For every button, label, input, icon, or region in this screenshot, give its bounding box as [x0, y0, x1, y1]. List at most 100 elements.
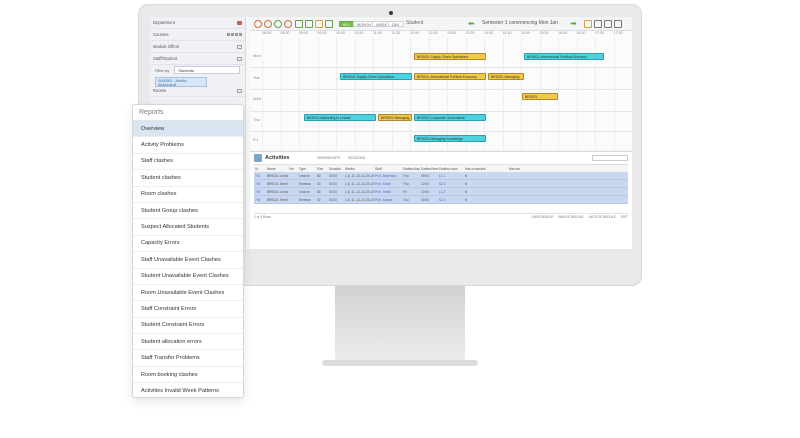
view-icon	[231, 33, 234, 36]
refresh-icon[interactable]	[254, 20, 262, 28]
grid-line	[336, 38, 337, 149]
column-header[interactable]: Ver	[288, 167, 298, 171]
event-block[interactable]: BRS02L Managing	[488, 73, 524, 80]
report-item-student-unavailable-event-clashes[interactable]: Student Unavailable Event Clashes	[133, 269, 243, 285]
report-item-capacity-errors[interactable]: Capacity Errors	[133, 236, 243, 253]
activities-panel: Activities WORKSHOPS SESSIONS Id Name Ver T…	[250, 151, 632, 249]
sidebar-item-department[interactable]: Department	[150, 17, 245, 29]
settings-icon[interactable]	[594, 20, 602, 28]
table-cell: 15:00	[421, 197, 429, 202]
edit-button[interactable]: EDIT	[621, 215, 628, 219]
hour-label: 16:00	[558, 31, 567, 35]
column-header[interactable]: Earliest day	[402, 167, 420, 171]
report-item-student-allocation-errors[interactable]: Student allocation errors	[133, 334, 243, 351]
table-cell: Prof. Smith	[375, 189, 391, 194]
report-item-room-booking-clashes[interactable]: Room booking clashes	[133, 367, 243, 384]
folder-icon[interactable]	[315, 20, 323, 28]
event-block[interactable]: BRS02L Marketing to Leader	[304, 114, 376, 121]
table-cell: 80	[317, 173, 321, 178]
event-block[interactable]: BRS02L	[522, 93, 558, 100]
auto-schedule-button[interactable]: AUTO SCHEDULE	[589, 215, 616, 219]
filter-select[interactable]: Students	[174, 66, 240, 74]
calendar-icon[interactable]	[584, 20, 592, 28]
filter-label: Filter by	[155, 67, 170, 73]
view-icon	[235, 33, 238, 36]
hour-label: 10:00	[336, 31, 345, 35]
sidebar-item-staff-student[interactable]: Staff/Student	[150, 53, 245, 65]
table-cell: 1-6, 11, 12-14, 20-24	[345, 181, 374, 186]
manual-schedule-button[interactable]: MAN SCHEDULE	[558, 215, 583, 219]
report-item-student-constraint-errors[interactable]: Student Constraint Errors	[133, 318, 243, 335]
activities-search-input[interactable]	[592, 155, 628, 161]
event-block[interactable]: BRS02L Supply Chain Operations	[414, 53, 486, 60]
cycle-icon[interactable]	[284, 20, 292, 28]
hour-label: 13:30	[465, 31, 475, 35]
table-row[interactable]: 741 BRS02L Lecture Lecture 80 02:00 1-6, 11, …	[254, 172, 628, 180]
table-cell: L1.1	[439, 173, 446, 178]
reports-title: Reports	[133, 105, 243, 121]
event-block[interactable]: BRS02L International Political Economy	[414, 73, 486, 80]
table-row[interactable]: 742 BRS02L Seminar A Seminar 30 01:00 1-6, 11…	[254, 180, 628, 188]
event-block[interactable]: BRS02L Managing	[378, 114, 412, 121]
grid-icon[interactable]	[295, 20, 303, 28]
column-header[interactable]: Type	[298, 167, 316, 171]
table-row[interactable]: 744 BRS02L Seminar B Seminar 30 01:00 1-6, 11…	[254, 196, 628, 204]
table-row[interactable]: 743 BRS02L Lecture Lecture 80 02:00 1-6, 11, …	[254, 188, 628, 196]
column-header[interactable]: Earliest room	[438, 167, 464, 171]
prev-arrow-icon[interactable]: ⬅	[468, 19, 475, 29]
column-header[interactable]: Has constraint	[464, 167, 508, 171]
list-icon[interactable]	[325, 20, 333, 28]
table-cell: Fri	[403, 189, 407, 194]
sidebar-item-rooms[interactable]: Rooms	[150, 85, 245, 97]
camera-dot	[389, 11, 393, 15]
sidebar-item-module-offers[interactable]: Module Offers	[150, 41, 245, 53]
view-icon	[239, 33, 242, 36]
report-item-room-clashes[interactable]: Room clashes	[133, 187, 243, 203]
report-item-activities-invalid-week-patterns[interactable]: Activities Invalid Week Patterns	[133, 383, 243, 397]
tab-workshops[interactable]: WORKSHOPS	[317, 156, 339, 160]
report-item-staff-clashes[interactable]: Staff clashes	[133, 154, 243, 171]
column-header[interactable]: Duration	[328, 167, 344, 171]
table-cell: Seminar	[299, 181, 311, 186]
table-cell: N	[465, 173, 468, 178]
event-block[interactable]: BRS02L Supply Chain Operations	[340, 73, 412, 80]
column-header[interactable]: Size	[316, 167, 328, 171]
column-header[interactable]: Id	[254, 167, 266, 171]
event-block[interactable]: BRS02L International Political Economy	[524, 53, 604, 60]
report-item-staff-constraint-errors[interactable]: Staff Constraint Errors	[133, 301, 243, 318]
event-block[interactable]: BRS02L Corporate Governance	[414, 114, 486, 121]
print-icon[interactable]	[604, 20, 612, 28]
view-day-button[interactable]: DAY	[388, 21, 404, 27]
export-icon[interactable]	[614, 20, 622, 28]
report-item-overview[interactable]: Overview	[133, 121, 243, 138]
hour-label: 11:00	[373, 31, 382, 35]
unschedule-button[interactable]: UNSCHEDULE	[531, 215, 553, 219]
sidebar-item-courses[interactable]: Courses	[150, 29, 245, 41]
table-cell: Lecture	[299, 173, 310, 178]
report-item-student-clashes[interactable]: Student clashes	[133, 170, 243, 187]
next-arrow-icon[interactable]: ➡	[570, 19, 577, 29]
report-item-staff-unavailable-event-clashes[interactable]: Staff Unavailable Event Clashes	[133, 252, 243, 269]
report-item-staff-transfer-problems[interactable]: Staff Transfer Problems	[133, 350, 243, 367]
image-icon[interactable]	[305, 20, 313, 28]
view-all-button[interactable]: ALL	[339, 21, 354, 27]
column-header[interactable]: Name	[266, 167, 288, 171]
event-block[interactable]: BRS02L Managing Knowledge	[414, 135, 486, 142]
filter-icon	[237, 88, 242, 93]
column-header[interactable]: Staff	[374, 167, 402, 171]
activities-icon	[254, 154, 262, 162]
report-item-suspect-allocated-students[interactable]: Suspect Allocated Students	[133, 219, 243, 236]
column-header[interactable]: Earliest time	[420, 167, 438, 171]
clock-icon[interactable]	[274, 20, 282, 28]
hour-label: 12:00	[410, 31, 419, 35]
hour-label: 15:00	[521, 31, 530, 35]
hour-label: 17:30	[613, 31, 623, 35]
semester-label: Semester 1 commencing Mon Jan	[482, 20, 558, 26]
column-header[interactable]: Has set	[508, 167, 528, 171]
report-item-activity-problems[interactable]: Activity Problems	[133, 137, 243, 154]
alarm-icon[interactable]	[264, 20, 272, 28]
report-item-student-group-clashes[interactable]: Student Group clashes	[133, 203, 243, 220]
report-item-room-unavailable-event-clashes[interactable]: Room Unavailable Event Clashes	[133, 285, 243, 302]
column-header[interactable]: Weeks	[344, 167, 374, 171]
tab-sessions[interactable]: SESSIONS	[348, 156, 365, 160]
